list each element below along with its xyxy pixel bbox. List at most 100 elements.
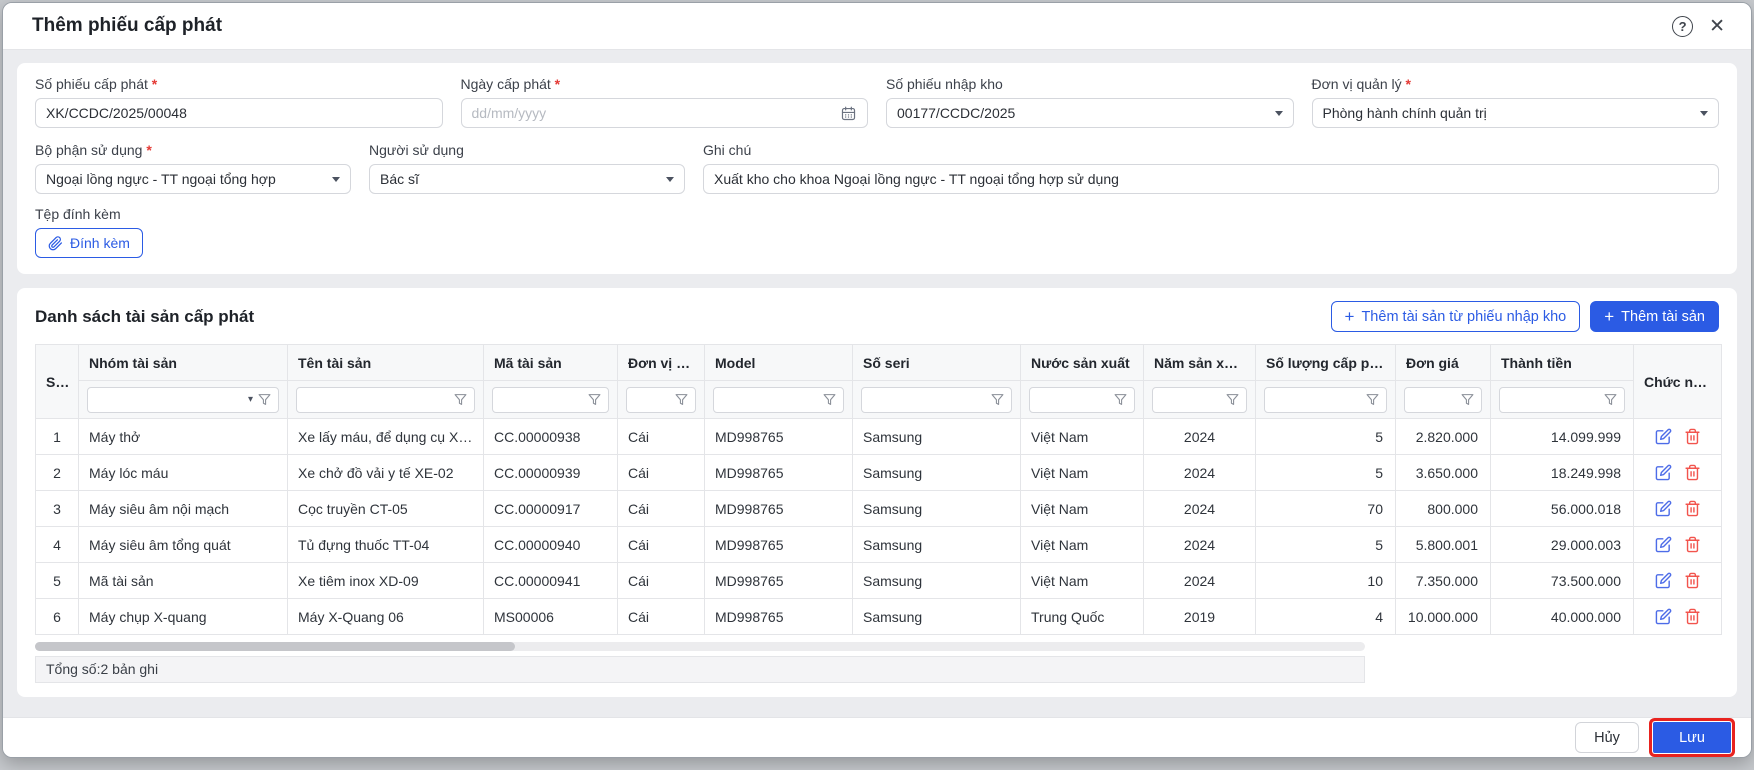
calendar-icon[interactable] <box>840 105 857 122</box>
cell-nam: 2024 <box>1144 491 1256 527</box>
cell-seri: Samsung <box>853 419 1021 455</box>
column-filter[interactable] <box>1152 387 1247 413</box>
modal-footer: Hủy Lưu <box>3 717 1751 757</box>
cell-so_luong: 10 <box>1256 563 1396 599</box>
help-icon[interactable]: ? <box>1672 16 1693 37</box>
delete-asset-icon[interactable] <box>1684 572 1701 589</box>
attach-file-label: Đính kèm <box>70 235 130 251</box>
column-header: STT <box>36 345 79 419</box>
column-filter[interactable]: ▾ <box>87 387 279 413</box>
so-phieu-nhap-kho-value: 00177/CCDC/2025 <box>897 105 1015 121</box>
cell-actions <box>1634 455 1722 491</box>
cell-seri: Samsung <box>853 527 1021 563</box>
total-count: Tổng số:2 bản ghi <box>35 656 1365 683</box>
paperclip-icon <box>48 236 63 251</box>
so-phieu-cap-phat-input[interactable] <box>35 98 443 128</box>
table-row: 3Máy siêu âm nội mạchCọc truyền CT-05CC.… <box>36 491 1722 527</box>
delete-asset-icon[interactable] <box>1684 464 1701 481</box>
cell-dvt: Cái <box>618 599 705 635</box>
filter-icon <box>991 393 1004 406</box>
column-filter[interactable] <box>626 387 696 413</box>
cell-nuoc: Trung Quốc <box>1021 599 1144 635</box>
column-header: Nhóm tài sản <box>79 345 288 381</box>
cell-model: MD998765 <box>705 419 853 455</box>
column-filter[interactable] <box>1404 387 1482 413</box>
cell-thanh_tien: 14.099.999 <box>1491 419 1634 455</box>
cell-don_gia: 7.350.000 <box>1396 563 1491 599</box>
column-filter[interactable] <box>492 387 609 413</box>
edit-asset-icon[interactable] <box>1655 500 1672 517</box>
attach-file-button[interactable]: Đính kèm <box>35 228 143 258</box>
filter-icon <box>588 393 601 406</box>
cell-thanh_tien: 18.249.998 <box>1491 455 1634 491</box>
column-header: Năm sản xuất <box>1144 345 1256 381</box>
so-phieu-nhap-kho-label: Số phiếu nhập kho <box>886 76 1294 92</box>
cell-stt: 5 <box>36 563 79 599</box>
so-phieu-nhap-kho-select[interactable]: 00177/CCDC/2025 <box>886 98 1294 128</box>
cell-nhom: Máy lóc máu <box>79 455 288 491</box>
cell-actions <box>1634 491 1722 527</box>
filter-icon <box>1461 393 1474 406</box>
cancel-button[interactable]: Hủy <box>1575 722 1639 753</box>
cell-nam: 2019 <box>1144 599 1256 635</box>
column-filter[interactable] <box>861 387 1012 413</box>
don-vi-quan-ly-select[interactable]: Phòng hành chính quản trị <box>1312 98 1720 128</box>
cell-don_gia: 2.820.000 <box>1396 419 1491 455</box>
cell-nam: 2024 <box>1144 419 1256 455</box>
table-header-row: STTNhóm tài sảnTên tài sảnMã tài sảnĐơn … <box>36 345 1722 381</box>
delete-asset-icon[interactable] <box>1684 428 1701 445</box>
field-nguoi-su-dung: Người sử dụng Bác sĩ <box>369 142 685 194</box>
cell-nam: 2024 <box>1144 455 1256 491</box>
add-asset-button[interactable]: + Thêm tài sản <box>1590 301 1719 332</box>
table-row: 1Máy thởXe lấy máu, để dụng cụ XD-...CC.… <box>36 419 1722 455</box>
edit-asset-icon[interactable] <box>1655 428 1672 445</box>
allocation-form: Số phiếu cấp phát Ngày cấp phát <box>17 63 1737 274</box>
cell-nam: 2024 <box>1144 527 1256 563</box>
nguoi-su-dung-select[interactable]: Bác sĩ <box>369 164 685 194</box>
edit-asset-icon[interactable] <box>1655 464 1672 481</box>
save-button[interactable]: Lưu <box>1653 722 1731 753</box>
bo-phan-su-dung-select[interactable]: Ngoại lồng ngực - TT ngoại tổng hợp <box>35 164 351 194</box>
column-filter[interactable] <box>296 387 475 413</box>
table-filter-row: ▾ <box>36 381 1722 419</box>
filter-icon <box>454 393 467 406</box>
ghi-chu-label: Ghi chú <box>703 142 1719 158</box>
cell-ma: CC.00000939 <box>484 455 618 491</box>
cell-stt: 1 <box>36 419 79 455</box>
nguoi-su-dung-label: Người sử dụng <box>369 142 685 158</box>
field-so-phieu-cap-phat: Số phiếu cấp phát <box>35 76 443 128</box>
cell-so_luong: 5 <box>1256 527 1396 563</box>
edit-asset-icon[interactable] <box>1655 572 1672 589</box>
delete-asset-icon[interactable] <box>1684 500 1701 517</box>
cell-nuoc: Việt Nam <box>1021 563 1144 599</box>
cell-model: MD998765 <box>705 599 853 635</box>
cell-stt: 6 <box>36 599 79 635</box>
table-row: 6Máy chụp X-quangMáy X-Quang 06MS00006Cá… <box>36 599 1722 635</box>
ghi-chu-input[interactable] <box>703 164 1719 194</box>
cell-don_gia: 5.800.001 <box>1396 527 1491 563</box>
edit-asset-icon[interactable] <box>1655 608 1672 625</box>
add-asset-from-receipt-button[interactable]: + Thêm tài sản từ phiếu nhập kho <box>1331 301 1581 332</box>
horizontal-scrollbar[interactable] <box>35 642 1365 651</box>
cell-ten: Tủ đựng thuốc TT-04 <box>288 527 484 563</box>
cell-nuoc: Việt Nam <box>1021 419 1144 455</box>
column-filter[interactable] <box>1264 387 1387 413</box>
delete-asset-icon[interactable] <box>1684 608 1701 625</box>
cell-stt: 3 <box>36 491 79 527</box>
cell-seri: Samsung <box>853 599 1021 635</box>
cell-thanh_tien: 40.000.000 <box>1491 599 1634 635</box>
close-icon[interactable]: ✕ <box>1709 17 1725 36</box>
date-input[interactable] <box>472 105 841 121</box>
cell-actions <box>1634 563 1722 599</box>
column-filter[interactable] <box>1499 387 1625 413</box>
column-filter[interactable] <box>713 387 844 413</box>
edit-asset-icon[interactable] <box>1655 536 1672 553</box>
delete-asset-icon[interactable] <box>1684 536 1701 553</box>
column-filter[interactable] <box>1029 387 1135 413</box>
scrollbar-thumb[interactable] <box>35 642 515 651</box>
cell-nhom: Máy thở <box>79 419 288 455</box>
cell-so_luong: 70 <box>1256 491 1396 527</box>
ngay-cap-phat-input[interactable] <box>461 98 869 128</box>
filter-icon <box>675 393 688 406</box>
cell-ma: CC.00000938 <box>484 419 618 455</box>
